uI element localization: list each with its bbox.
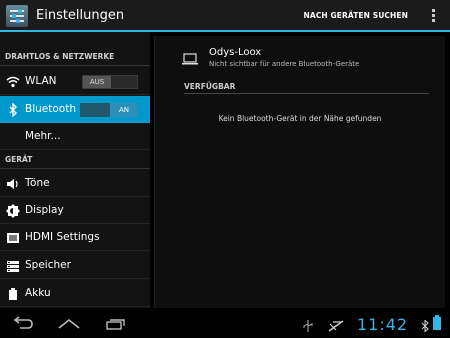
sidebar-item-label: Töne: [25, 177, 50, 189]
status-clock[interactable]: 11:42: [357, 315, 408, 334]
toggle-state: AN: [110, 103, 138, 117]
no-devices-message: Kein Bluetooth-Gerät in der Nähe gefunde…: [218, 114, 382, 123]
available-devices-header: VERFÜGBAR: [184, 82, 429, 94]
sidebar-item-label: Mehr...: [25, 130, 61, 142]
bluetooth-icon: [6, 102, 20, 118]
sidebar-item-battery[interactable]: Akku: [0, 280, 150, 307]
back-icon: [13, 316, 33, 329]
battery-status-icon: [432, 315, 446, 330]
recent-apps-icon: [106, 319, 125, 330]
wlan-toggle[interactable]: AUS: [82, 75, 138, 89]
bluetooth-toggle[interactable]: AN: [80, 103, 138, 117]
sidebar-item-more[interactable]: Mehr...: [0, 123, 150, 150]
sidebar-item-label: Bluetooth: [25, 103, 76, 115]
sidebar-item-bluetooth[interactable]: Bluetooth AN: [0, 96, 150, 123]
sidebar-item-storage[interactable]: Speicher: [0, 252, 150, 279]
brightness-icon: [6, 204, 20, 218]
settings-sidebar: DRAHTLOS & NETZWERKE WLAN AUS Bluetooth …: [0, 32, 150, 308]
scan-devices-button[interactable]: NACH GERÄTEN SUCHEN: [304, 11, 408, 20]
section-header-wireless: DRAHTLOS & NETZWERKE: [0, 50, 150, 66]
back-button[interactable]: [8, 314, 38, 332]
sidebar-item-hdmi[interactable]: HDMI Settings: [0, 224, 150, 251]
sidebar-item-sounds[interactable]: Töne: [0, 170, 150, 197]
overflow-menu-icon[interactable]: [432, 9, 436, 23]
battery-icon: [6, 287, 20, 301]
home-button[interactable]: [54, 314, 84, 332]
sidebar-item-label: Display: [25, 204, 64, 216]
action-bar: Einstellungen NACH GERÄTEN SUCHEN: [0, 0, 450, 32]
page-title: Einstellungen: [36, 8, 125, 23]
bluetooth-detail-panel: Odys-Loox Nicht sichtbar für andere Blue…: [150, 32, 450, 308]
settings-app-icon[interactable]: [6, 5, 28, 27]
laptop-icon: [181, 50, 199, 65]
device-name[interactable]: Odys-Loox: [209, 47, 261, 58]
home-icon: [58, 318, 80, 329]
speaker-icon: [6, 177, 20, 191]
sidebar-item-label: WLAN: [25, 75, 57, 87]
usb-icon: [301, 317, 315, 332]
system-bar: 11:42: [0, 308, 450, 338]
sidebar-item-label: Akku: [25, 287, 51, 299]
no-signal-icon: [328, 317, 344, 332]
section-header-device: GERÄT: [0, 153, 150, 169]
sidebar-item-wlan[interactable]: WLAN AUS: [0, 68, 150, 95]
sidebar-item-label: Speicher: [25, 259, 71, 271]
detail-content: Odys-Loox Nicht sichtbar für andere Blue…: [154, 36, 445, 308]
toggle-state: AUS: [83, 76, 111, 88]
sidebar-item-label: HDMI Settings: [25, 231, 100, 243]
storage-icon: [6, 259, 20, 273]
recent-apps-button[interactable]: [100, 314, 130, 332]
sidebar-item-display[interactable]: Display: [0, 197, 150, 224]
hdmi-icon: [6, 231, 20, 245]
wifi-icon: [6, 75, 20, 89]
device-visibility-status: Nicht sichtbar für andere Bluetooth-Gerä…: [209, 60, 360, 68]
